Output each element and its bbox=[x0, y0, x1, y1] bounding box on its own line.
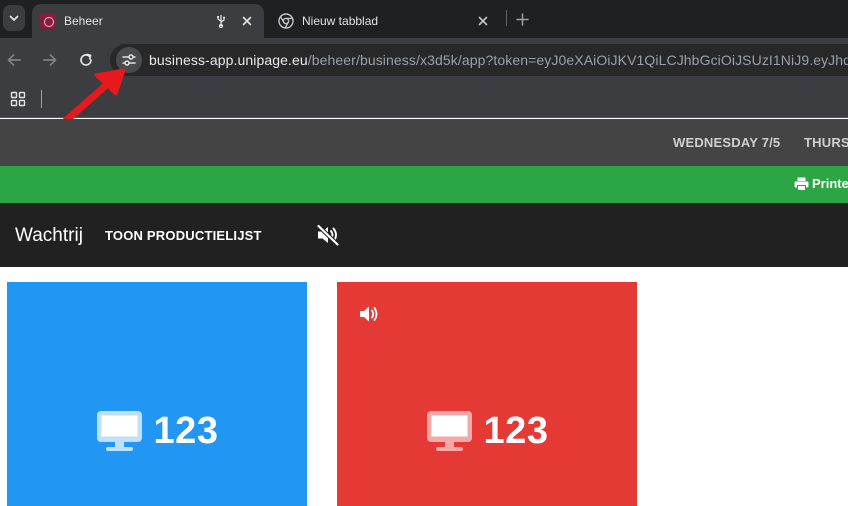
reload-button[interactable] bbox=[76, 50, 96, 70]
order-number: 123 bbox=[153, 410, 219, 452]
tab-separator bbox=[506, 10, 507, 26]
page-title: Wachtrij bbox=[15, 225, 83, 246]
browser-toolbar: business-app.unipage.eu/beheer/business/… bbox=[0, 38, 848, 82]
reload-icon bbox=[80, 53, 92, 66]
bookmarks-bar bbox=[0, 82, 848, 118]
tab-search-button[interactable] bbox=[3, 5, 25, 31]
beheer-favicon-icon bbox=[40, 13, 56, 29]
arrow-right-icon bbox=[43, 54, 57, 66]
chrome-icon bbox=[278, 13, 294, 29]
tab-close-button[interactable] bbox=[238, 12, 256, 30]
tab-strip: Beheer Nieuw tabblad bbox=[0, 0, 848, 38]
close-icon bbox=[242, 16, 252, 26]
queue-card[interactable]: 123 bbox=[337, 282, 637, 506]
day-tab-wednesday[interactable]: WEDNESDAY 7/5 bbox=[673, 135, 780, 150]
url-text: business-app.unipage.eu/beheer/business/… bbox=[149, 52, 848, 68]
app-bar: Wachtrij TOON PRODUCTIELIJST bbox=[0, 203, 848, 267]
printer-label: Printe bbox=[812, 176, 848, 191]
volume-up-icon[interactable] bbox=[359, 305, 379, 323]
url-path: /beheer/business/x3d5k/app?token=eyJ0eXA… bbox=[307, 52, 848, 68]
plus-icon bbox=[515, 12, 529, 26]
day-bar: WEDNESDAY 7/5 THURS bbox=[0, 119, 848, 166]
queue-card[interactable]: 123 bbox=[7, 282, 307, 506]
volume-mute-icon[interactable] bbox=[316, 224, 340, 246]
close-icon bbox=[478, 16, 488, 26]
site-info-button[interactable] bbox=[116, 47, 142, 73]
tab-close-button[interactable] bbox=[474, 12, 492, 30]
url-host: business-app.unipage.eu bbox=[149, 52, 308, 68]
usb-icon bbox=[217, 15, 225, 28]
tune-icon bbox=[122, 54, 136, 66]
address-bar[interactable]: business-app.unipage.eu/beheer/business/… bbox=[110, 44, 848, 76]
arrow-left-icon bbox=[7, 54, 21, 66]
printer-button[interactable]: Printe bbox=[794, 176, 848, 191]
tab-beheer[interactable]: Beheer bbox=[32, 4, 264, 38]
tab-title: Beheer bbox=[64, 14, 103, 28]
show-production-list-button[interactable]: TOON PRODUCTIELIJST bbox=[105, 228, 262, 243]
card-content: 123 bbox=[337, 410, 637, 452]
back-button[interactable] bbox=[4, 50, 24, 70]
day-tab-thursday[interactable]: THURS bbox=[804, 135, 848, 150]
apps-grid-icon[interactable] bbox=[10, 91, 26, 107]
order-number: 123 bbox=[483, 410, 549, 452]
monitor-icon bbox=[426, 411, 472, 451]
card-content: 123 bbox=[7, 410, 307, 452]
printer-bar: Printe bbox=[0, 166, 848, 203]
monitor-icon bbox=[96, 411, 142, 451]
tab-title: Nieuw tabblad bbox=[302, 14, 379, 28]
forward-button[interactable] bbox=[40, 50, 60, 70]
tab-nieuw-tabblad[interactable]: Nieuw tabblad bbox=[268, 4, 500, 38]
printer-icon bbox=[794, 177, 809, 191]
bookmarks-separator bbox=[41, 90, 42, 108]
new-tab-button[interactable] bbox=[512, 9, 532, 29]
chevron-down-icon bbox=[9, 15, 19, 21]
